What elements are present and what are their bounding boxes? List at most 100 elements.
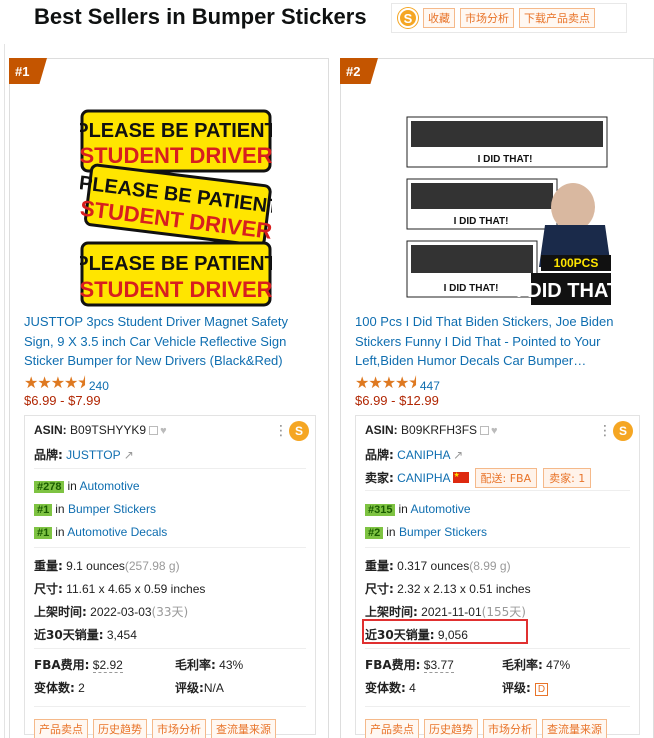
listed-date-label: 上架时间: bbox=[365, 605, 418, 619]
brand-label: 品牌: bbox=[34, 448, 63, 462]
rank-category-link[interactable]: Bumper Stickers bbox=[399, 525, 487, 539]
product-title-link[interactable]: JUSTTOP 3pcs Student Driver Magnet Safet… bbox=[24, 312, 320, 371]
brand-label: 品牌: bbox=[365, 448, 394, 462]
page-header: Best Sellers in Bumper Stickers S 收藏 市场分… bbox=[0, 0, 654, 44]
rank-category-link[interactable]: Bumper Stickers bbox=[68, 502, 156, 516]
rank-row: #2 in Bumper Stickers bbox=[365, 525, 487, 539]
market-analysis-button[interactable]: 市场分析 bbox=[460, 8, 514, 28]
action-buttons: 产品卖点 历史趋势 市场分析 查流量来源 bbox=[365, 719, 607, 738]
favorite-button[interactable]: 收藏 bbox=[423, 8, 455, 28]
rank-tag: #1 bbox=[34, 504, 53, 516]
product-info-panel: ⋮ S ASIN: B09KRFH3FS ♥ 品牌: CANIPHA ↗ 卖家: … bbox=[355, 415, 640, 738]
sign-text-bottom: STUDENT DRIVER bbox=[80, 277, 272, 302]
fba-fee-label: FBA费用: bbox=[365, 658, 421, 672]
product-info-panel: ⋮ S ASIN: B09TSHYYK9 ♥ 品牌: JUSTTOP ↗ #278… bbox=[24, 415, 316, 738]
more-options-icon[interactable]: ⋮ bbox=[598, 422, 612, 439]
rank-row: #1 in Automotive Decals bbox=[34, 525, 167, 539]
price: $6.99 - $12.99 bbox=[355, 393, 439, 408]
rank-in-text: in bbox=[55, 502, 65, 516]
brand-link[interactable]: CANIPHA bbox=[397, 448, 450, 462]
traffic-source-button[interactable]: 查流量来源 bbox=[542, 719, 607, 738]
selling-points-button[interactable]: 产品卖点 bbox=[34, 719, 88, 738]
divider bbox=[34, 547, 306, 548]
product-card: #1 PLEASE BE PATIENT STUDENT DRIVER PLEA… bbox=[9, 58, 329, 738]
weight-grams: (8.99 g) bbox=[469, 559, 511, 573]
sign-text-top: PLEASE BE PATIENT bbox=[80, 120, 272, 142]
sticker-text: I DID THAT! bbox=[444, 283, 499, 294]
product-image[interactable]: PLEASE BE PATIENT STUDENT DRIVER PLEASE … bbox=[80, 109, 272, 307]
seller-label: 卖家: bbox=[365, 471, 394, 485]
listed-date-value: 2022-03-03 bbox=[90, 605, 152, 619]
listed-date-label: 上架时间: bbox=[34, 605, 87, 619]
margin-label: 毛利率: bbox=[502, 658, 543, 672]
plugin-logo-icon[interactable]: S bbox=[289, 421, 309, 441]
weight-value: 9.1 ounces bbox=[66, 559, 125, 573]
history-trend-button[interactable]: 历史趋势 bbox=[93, 719, 147, 738]
weight-label: 重量: bbox=[34, 559, 63, 573]
variants-label: 变体数: bbox=[365, 681, 406, 695]
divider bbox=[365, 547, 630, 548]
margin-value: 47% bbox=[546, 658, 571, 672]
plugin-logo-icon[interactable]: S bbox=[398, 8, 418, 28]
listed-days: (155天) bbox=[481, 605, 526, 619]
asin-value: B09TSHYYK9 bbox=[70, 423, 147, 437]
download-selling-points-button[interactable]: 下载产品卖点 bbox=[519, 8, 595, 28]
seller-link[interactable]: CANIPHA bbox=[397, 471, 450, 485]
rank-tag: #1 bbox=[34, 527, 53, 539]
weight-value: 0.317 ounces bbox=[397, 559, 470, 573]
fulfillment-tag: 配送: FBA bbox=[474, 468, 538, 488]
traffic-source-button[interactable]: 查流量来源 bbox=[211, 719, 276, 738]
rank-category-link[interactable]: Automotive bbox=[80, 479, 140, 493]
more-options-icon[interactable]: ⋮ bbox=[274, 422, 288, 439]
grade-badge: D bbox=[534, 683, 549, 696]
product-title-link[interactable]: 100 Pcs I Did That Biden Stickers, Joe B… bbox=[355, 312, 645, 371]
heart-icon[interactable]: ♥ bbox=[491, 425, 498, 437]
copy-icon[interactable] bbox=[149, 426, 159, 435]
brand-link[interactable]: JUSTTOP bbox=[66, 448, 120, 462]
size-value: 11.61 x 4.65 x 0.59 inches bbox=[66, 582, 206, 596]
rank-row: #278 in Automotive bbox=[34, 479, 140, 493]
page-title: Best Sellers in Bumper Stickers bbox=[34, 4, 367, 29]
product-image[interactable]: I DID THAT! I DID THAT! I DID THAT! 100P… bbox=[405, 107, 613, 307]
divider bbox=[365, 648, 630, 649]
fba-fee-value[interactable]: $3.77 bbox=[423, 658, 454, 673]
rank-in-text: in bbox=[55, 525, 65, 539]
rank-tag: #315 bbox=[365, 504, 396, 516]
review-count-link[interactable]: 447 bbox=[420, 379, 440, 393]
weight-grams: (257.98 g) bbox=[124, 559, 180, 573]
rank-row: #1 in Bumper Stickers bbox=[34, 502, 156, 516]
divider bbox=[365, 490, 630, 491]
sticker-text: I DID THAT! bbox=[454, 216, 509, 227]
sales-30d-label: 近30天销量: bbox=[34, 628, 104, 642]
heart-icon[interactable]: ♥ bbox=[160, 425, 167, 437]
market-analysis-button[interactable]: 市场分析 bbox=[152, 719, 206, 738]
rank-category-link[interactable]: Automotive bbox=[411, 502, 471, 516]
external-link-icon[interactable]: ↗ bbox=[450, 448, 463, 462]
sign-text-top: PLEASE BE PATIENT bbox=[80, 253, 272, 275]
rank-row: #315 in Automotive bbox=[365, 502, 471, 516]
plugin-logo-icon[interactable]: S bbox=[613, 421, 633, 441]
rank-category-link[interactable]: Automotive Decals bbox=[67, 525, 167, 539]
asin-value: B09KRFH3FS bbox=[401, 423, 478, 437]
divider bbox=[34, 648, 306, 649]
price: $6.99 - $7.99 bbox=[24, 393, 101, 408]
grade-label: 评级: bbox=[502, 681, 531, 695]
copy-icon[interactable] bbox=[480, 426, 490, 435]
market-analysis-button[interactable]: 市场分析 bbox=[483, 719, 537, 738]
review-count-link[interactable]: 240 bbox=[89, 379, 109, 393]
fba-fee-label: FBA费用: bbox=[34, 658, 90, 672]
plugin-toolbar: S 收藏 市场分析 下载产品卖点 bbox=[391, 3, 627, 33]
action-buttons: 产品卖点 历史趋势 市场分析 查流量来源 bbox=[34, 719, 276, 738]
external-link-icon[interactable]: ↗ bbox=[120, 448, 134, 462]
history-trend-button[interactable]: 历史趋势 bbox=[424, 719, 478, 738]
fba-fee-value[interactable]: $2.92 bbox=[92, 658, 123, 673]
big-slogan-text: I DID THAT! bbox=[516, 280, 613, 302]
weight-label: 重量: bbox=[365, 559, 394, 573]
selling-points-button[interactable]: 产品卖点 bbox=[365, 719, 419, 738]
rank-in-text: in bbox=[398, 502, 408, 516]
listed-date-value: 2021-11-01 bbox=[421, 605, 482, 619]
asin-label: ASIN: bbox=[365, 423, 398, 437]
size-value: 2.32 x 2.13 x 0.51 inches bbox=[397, 582, 531, 596]
sales-30d-value: 9,056 bbox=[437, 628, 468, 642]
divider bbox=[34, 468, 306, 469]
